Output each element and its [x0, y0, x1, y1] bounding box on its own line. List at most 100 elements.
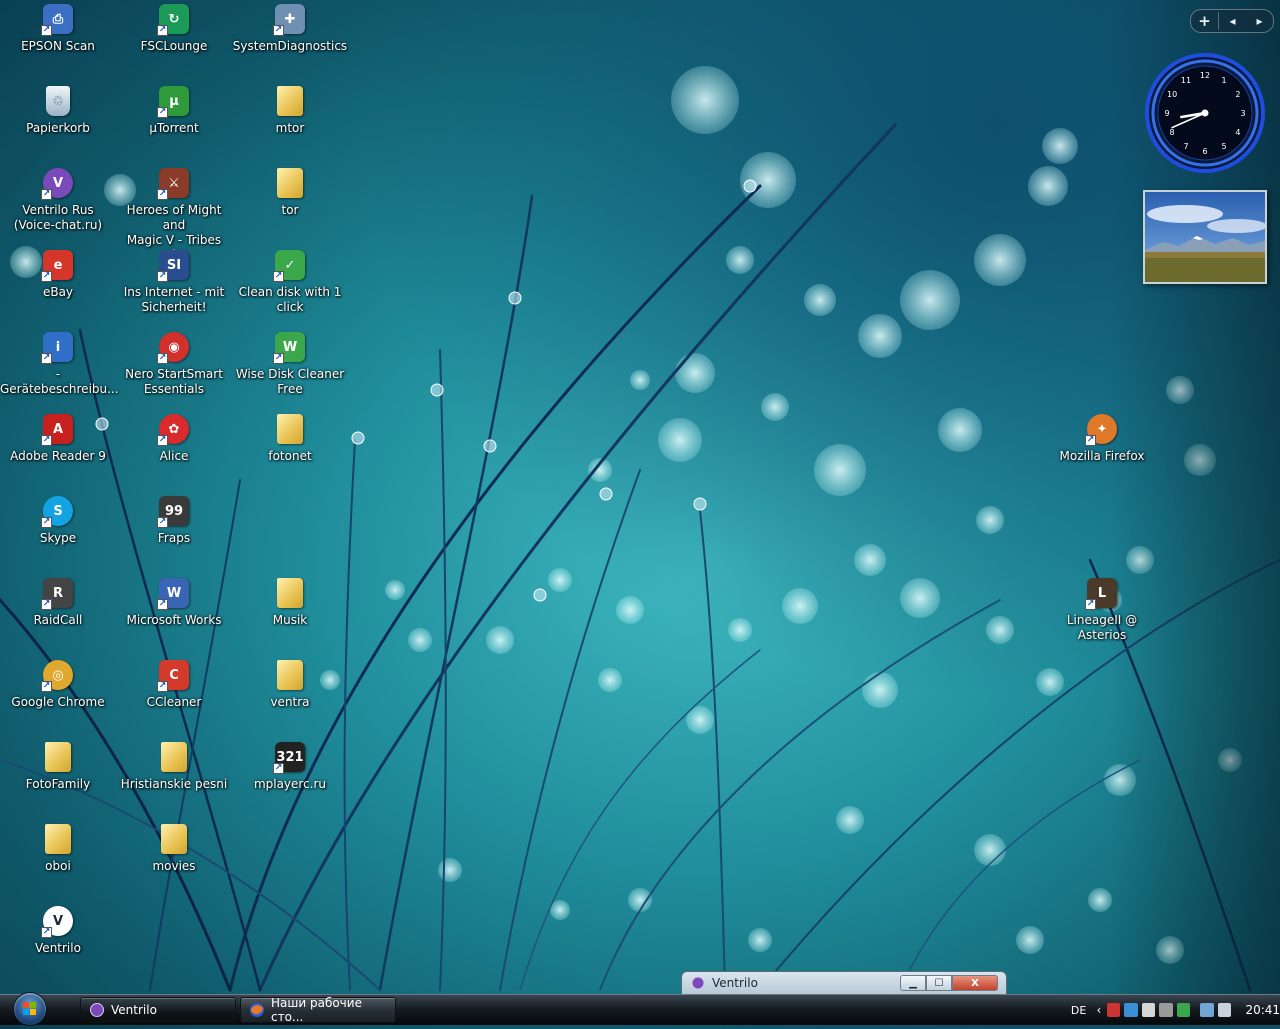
- desktop-icon[interactable]: ✓ ↗ Clean disk with 1 click: [232, 246, 348, 315]
- utorrent-tray-icon[interactable]: [1141, 1003, 1156, 1017]
- desktop-icon[interactable]: ✚ ↗ SystemDiagnostics: [232, 0, 348, 54]
- sidebar-next-button[interactable]: ▸: [1246, 14, 1273, 28]
- desktop-icon[interactable]: movies: [116, 820, 232, 874]
- desktop-icon[interactable]: ✿ ↗ Alice: [116, 410, 232, 464]
- desktop-icon[interactable]: e ↗ eBay: [0, 246, 116, 300]
- desktop-icon[interactable]: V ↗ Ventrilo Rus (Voice-chat.ru): [0, 164, 116, 233]
- desktop-icon[interactable]: C ↗ CCleaner: [116, 656, 232, 710]
- security-icon[interactable]: [1124, 1003, 1138, 1017]
- network-icon[interactable]: [1106, 1003, 1121, 1017]
- shortcut-arrow-icon: ↗: [273, 763, 284, 774]
- fsc-lounge-icon: ↻ ↗: [157, 2, 191, 36]
- start-button[interactable]: [4, 992, 56, 1026]
- desktop-icon[interactable]: ♲ Papierkorb: [0, 82, 116, 136]
- shortcut-arrow-icon: ↗: [41, 599, 52, 610]
- lineage-icon: L ↗: [1085, 576, 1119, 610]
- desktop-icon[interactable]: fotonet: [232, 410, 348, 464]
- desktop-icon-label: Adobe Reader 9: [10, 449, 106, 463]
- clock-numeral: 1: [1221, 76, 1226, 85]
- maximize-button[interactable]: ☐: [926, 975, 952, 991]
- minimize-button[interactable]: ▁: [900, 975, 926, 991]
- clock-numeral: 7: [1183, 142, 1188, 151]
- sidebar-prev-button[interactable]: ◂: [1219, 14, 1246, 28]
- desktop-icon-label: Papierkorb: [26, 121, 90, 135]
- close-button[interactable]: X: [952, 975, 998, 991]
- folder-icon: [273, 412, 307, 446]
- shortcut-arrow-icon: ↗: [41, 681, 52, 692]
- desktop-icon-label: Ventrilo: [35, 941, 81, 955]
- shortcut-arrow-icon: ↗: [41, 927, 52, 938]
- desktop-icon[interactable]: tor: [232, 164, 348, 218]
- shortcut-arrow-icon: ↗: [41, 517, 52, 528]
- recycle-bin-icon: ♲: [41, 84, 75, 118]
- language-indicator[interactable]: DE: [1066, 1004, 1091, 1017]
- desktop-icon[interactable]: µ ↗ µTorrent: [116, 82, 232, 136]
- desktop-icon-label: eBay: [42, 285, 74, 299]
- folder-icon: [273, 658, 307, 692]
- clock-gadget[interactable]: 12 12 3 45 6 78 9 10 11: [1144, 52, 1266, 174]
- alice-icon: ✿ ↗: [157, 412, 191, 446]
- add-gadget-button[interactable]: +: [1191, 12, 1219, 30]
- desktop-icon[interactable]: W ↗ Wise Disk Cleaner Free: [232, 328, 348, 397]
- desktop-icon-label: Musik: [272, 613, 308, 627]
- desktop-icon[interactable]: SI ↗ Ins Internet - mit Sicherheit!: [116, 246, 232, 315]
- desktop-icon[interactable]: FotoFamily: [0, 738, 116, 792]
- desktop-icon[interactable]: S ↗ Skype: [0, 492, 116, 546]
- show-hidden-icons-button[interactable]: ‹: [1091, 1003, 1106, 1017]
- taskbar-button-ventrilo[interactable]: Ventrilo: [80, 997, 236, 1023]
- ventrilo-minimized-window[interactable]: Ventrilo ▁ ☐ X: [681, 971, 1007, 995]
- desktop-icon[interactable]: ↻ ↗ FSCLounge: [116, 0, 232, 54]
- clock-numeral: 10: [1167, 90, 1177, 99]
- window-title: Ventrilo: [712, 976, 758, 990]
- shortcut-arrow-icon: ↗: [273, 271, 284, 282]
- desktop-icon[interactable]: ✦ ↗ Mozilla Firefox: [1044, 410, 1160, 464]
- update-icon[interactable]: [1176, 1003, 1191, 1017]
- desktop-icon[interactable]: A ↗ Adobe Reader 9: [0, 410, 116, 464]
- desktop-icon[interactable]: V ↗ Ventrilo: [0, 902, 116, 956]
- ventrilo-icon: V ↗: [41, 166, 75, 200]
- desktop-icon[interactable]: oboi: [0, 820, 116, 874]
- adobe-reader-icon: A ↗: [41, 412, 75, 446]
- ventrilo-icon: V ↗: [41, 904, 75, 938]
- folder-icon: [157, 822, 191, 856]
- clock-time[interactable]: 20:41: [1245, 1003, 1280, 1017]
- desktop-icon[interactable]: mtor: [232, 82, 348, 136]
- desktop-icon[interactable]: Musik: [232, 574, 348, 628]
- taskbar-button-firefox[interactable]: Наши рабочие сто...: [240, 996, 396, 1024]
- heroes-game-icon: ⚔ ↗: [157, 166, 191, 200]
- desktop-icon[interactable]: L ↗ LineageII @ Asterios: [1044, 574, 1160, 643]
- taskbar-button-label: Наши рабочие сто...: [271, 996, 362, 1024]
- scanner-icon: ⎙ ↗: [41, 2, 75, 36]
- raidcall-icon: R ↗: [41, 576, 75, 610]
- desktop-icon[interactable]: ventra: [232, 656, 348, 710]
- shortcut-arrow-icon: ↗: [157, 353, 168, 364]
- folder-icon: [157, 740, 191, 774]
- ventrilo-tray-icon[interactable]: [1159, 1003, 1173, 1017]
- slideshow-gadget[interactable]: [1143, 190, 1267, 284]
- desktop-icon-label: Microsoft Works: [126, 613, 222, 627]
- desktop-icon[interactable]: Hristianskie pesni: [116, 738, 232, 792]
- shortcut-arrow-icon: ↗: [41, 435, 52, 446]
- desktop-icon[interactable]: ⎙ ↗ EPSON Scan: [0, 0, 116, 54]
- desktop-icon[interactable]: ◉ ↗ Nero StartSmart Essentials: [116, 328, 232, 397]
- desktop-icon[interactable]: W ↗ Microsoft Works: [116, 574, 232, 628]
- volume-icon[interactable]: [1217, 1003, 1232, 1017]
- clock-numeral: 11: [1181, 76, 1191, 85]
- desktop-icon[interactable]: i ↗ - Gerätebeschreibu...: [0, 328, 119, 397]
- utorrent-icon: µ ↗: [157, 84, 191, 118]
- display-icon[interactable]: [1200, 1003, 1214, 1017]
- windows-logo-icon: [14, 993, 46, 1025]
- desktop-icon-label: EPSON Scan: [21, 39, 95, 53]
- desktop-icon[interactable]: 99 ↗ Fraps: [116, 492, 232, 546]
- clock-numeral: 4: [1235, 128, 1240, 137]
- folder-icon: [273, 576, 307, 610]
- clock-numeral: 3: [1240, 109, 1245, 118]
- shortcut-arrow-icon: ↗: [157, 25, 168, 36]
- desktop-icon-label: ventra: [270, 695, 310, 709]
- desktop-icon[interactable]: R ↗ RaidCall: [0, 574, 116, 628]
- shortcut-arrow-icon: ↗: [157, 435, 168, 446]
- desktop-icon-label: RaidCall: [33, 613, 83, 627]
- folder-icon: [273, 84, 307, 118]
- desktop-icon[interactable]: ◎ ↗ Google Chrome: [0, 656, 116, 710]
- desktop-icon[interactable]: 321 ↗ mplayerc.ru: [232, 738, 348, 792]
